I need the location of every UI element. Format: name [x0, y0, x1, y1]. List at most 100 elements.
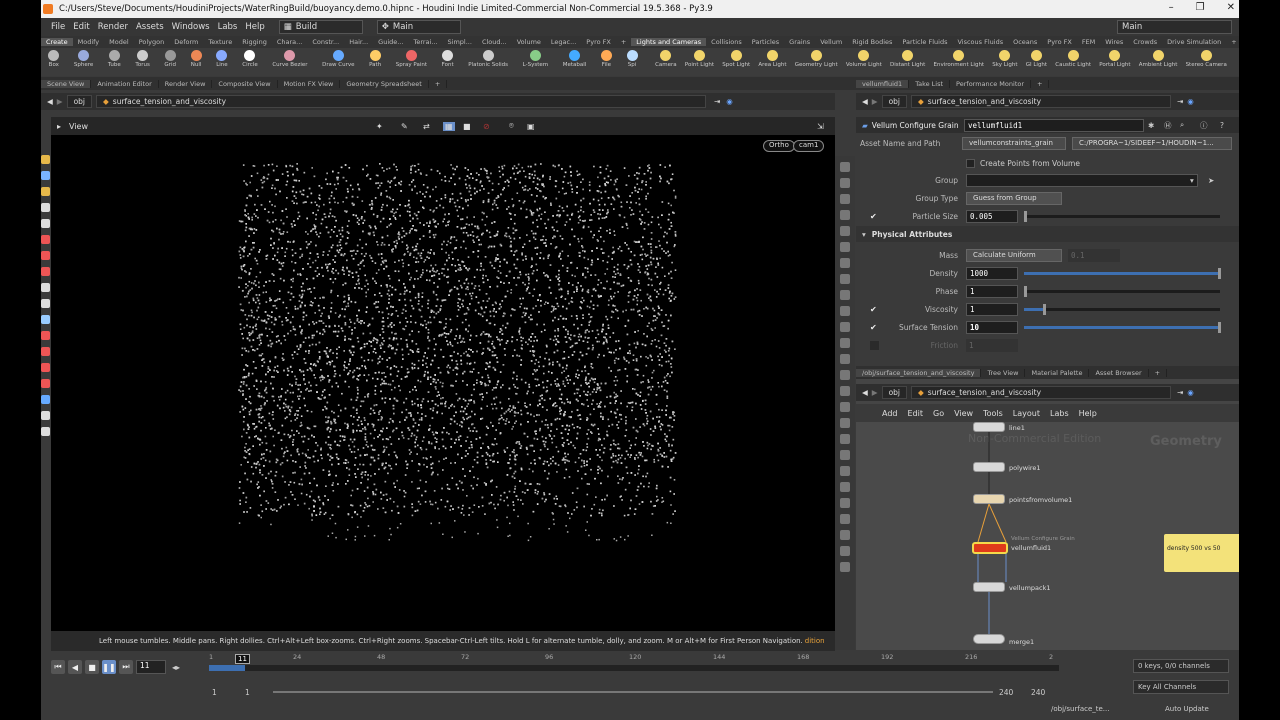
pin-icon[interactable]: ⇥	[1177, 388, 1183, 397]
tool-icon[interactable]	[41, 411, 50, 420]
viewport-menu-icon[interactable]: ▸	[57, 122, 61, 131]
tool-icon[interactable]	[41, 187, 50, 196]
back-arrow-icon[interactable]: ◀	[47, 97, 53, 106]
network-menu-item[interactable]: Tools	[983, 409, 1003, 418]
network-menu-item[interactable]: Labs	[1050, 409, 1069, 418]
shelf-tool[interactable]: Grid	[164, 50, 176, 68]
tool-icon[interactable]	[41, 395, 50, 404]
tool-icon[interactable]	[41, 427, 50, 436]
network-editor[interactable]: /obj/surface_tension_and_viscosity Tree V…	[856, 366, 1239, 650]
display-option-icon[interactable]	[840, 434, 850, 444]
shelf-tab[interactable]: Lights and Cameras	[631, 38, 707, 46]
key-all-menu[interactable]: Key All Channels	[1133, 680, 1229, 694]
node-body[interactable]	[973, 494, 1005, 504]
viscosity-slider[interactable]	[1024, 303, 1220, 315]
menu-labs[interactable]: Labs	[218, 22, 238, 32]
shelf-tab[interactable]: Chara...	[272, 38, 308, 46]
shelf-tool[interactable]: Sphere	[74, 50, 93, 68]
shelf-tool[interactable]: File	[600, 50, 612, 68]
pane-tab[interactable]: +	[1031, 79, 1050, 88]
display-option-icon[interactable]	[840, 274, 850, 284]
link-icon[interactable]: ◉	[1187, 388, 1194, 397]
shelf-tab[interactable]: Deform	[169, 38, 203, 46]
path-node[interactable]: ◆ surface_tension_and_viscosity	[96, 95, 706, 108]
display-option-icon[interactable]	[840, 226, 850, 236]
density-field[interactable]: 1000	[966, 266, 1018, 280]
last-frame-button[interactable]: ⏭	[119, 660, 133, 674]
shelf-tool[interactable]: Distant Light	[890, 50, 925, 68]
menu-windows[interactable]: Windows	[172, 22, 210, 32]
camera-icon[interactable]: ⌾	[509, 121, 514, 131]
forward-arrow-icon[interactable]: ▶	[872, 388, 878, 397]
snap-icon[interactable]: ✦	[376, 122, 383, 131]
display-option-icon[interactable]	[840, 402, 850, 412]
frame-field[interactable]: 11	[136, 660, 166, 674]
current-frame-marker[interactable]: 11	[235, 654, 250, 664]
pane-tab[interactable]: +	[429, 79, 448, 88]
node-body[interactable]	[973, 582, 1005, 592]
shelf-tab[interactable]: Terrai...	[408, 38, 442, 46]
network-canvas[interactable]: Non-Commercial Edition Geometry line1 po…	[856, 422, 1239, 650]
pane-tab[interactable]: Animation Editor	[91, 79, 159, 88]
display-option-icon[interactable]	[840, 194, 850, 204]
shelf-tab[interactable]: Drive Simulation	[1162, 38, 1226, 46]
end-frame[interactable]: 240	[999, 688, 1013, 697]
pane-tab[interactable]: vellumfluid1	[856, 79, 910, 88]
shelf-tab[interactable]: +	[616, 38, 631, 46]
shelf-tool[interactable]: Caustic Light	[1055, 50, 1091, 68]
pane-tab[interactable]: Motion FX View	[278, 79, 341, 88]
pane-tab[interactable]: Performance Monitor	[950, 79, 1032, 88]
network-tab[interactable]: /obj/surface_tension_and_viscosity	[856, 368, 982, 377]
node-body[interactable]	[973, 634, 1005, 644]
slider-handle[interactable]	[1024, 210, 1027, 222]
shelf-tab[interactable]: Legac...	[546, 38, 581, 46]
pane-tab[interactable]: Scene View	[41, 79, 92, 88]
tool-icon[interactable]	[41, 379, 50, 388]
tool-icon[interactable]	[41, 203, 50, 212]
step-icon[interactable]: ◂▸	[172, 663, 180, 672]
desktop-select-build[interactable]: ▦ Build	[278, 20, 363, 34]
pin-icon[interactable]: ⇥	[714, 97, 720, 106]
shelf-tab[interactable]: Pyro FX	[1042, 38, 1077, 46]
slider-handle[interactable]	[1218, 267, 1221, 279]
physical-section-header[interactable]: ▾ Physical Attributes	[856, 226, 1239, 242]
update-mode-menu[interactable]: Auto Update	[1165, 705, 1209, 713]
create-points-checkbox[interactable]	[966, 158, 975, 168]
first-frame-button[interactable]: ⏮	[51, 660, 65, 674]
close-button[interactable]: ✕	[1227, 2, 1235, 13]
shelf-tool[interactable]: Spot Light	[722, 50, 750, 68]
shelf-tab[interactable]: Oceans	[1008, 38, 1042, 46]
start-frame-2[interactable]: 1	[245, 688, 250, 697]
shelf-tool[interactable]: Spray Paint	[396, 50, 427, 68]
network-tab[interactable]: Material Palette	[1025, 368, 1090, 377]
timeline-track[interactable]	[209, 665, 1059, 671]
shelf-tool[interactable]: Portal Light	[1099, 50, 1131, 68]
tool-icon[interactable]	[41, 363, 50, 372]
tool-icon[interactable]	[41, 267, 50, 276]
shelf-tab[interactable]: Create	[41, 38, 73, 46]
shelf-tab[interactable]: Particles	[747, 38, 784, 46]
path-node[interactable]: ◆ surface_tension_and_viscosity	[911, 386, 1171, 399]
shelf-tool[interactable]: Font	[442, 50, 454, 68]
mass-mode-menu[interactable]: Calculate Uniform	[966, 248, 1062, 262]
select-icon[interactable]: ✎	[401, 122, 408, 131]
slider-handle[interactable]	[1024, 285, 1027, 297]
tool-icon[interactable]	[41, 347, 50, 356]
pane-tab[interactable]: Geometry Spreadsheet	[340, 79, 429, 88]
group-field[interactable]	[966, 173, 1198, 187]
shelf-tool[interactable]: Ambient Light	[1139, 50, 1177, 68]
node-body[interactable]	[973, 422, 1005, 432]
particle-size-field[interactable]: 0.005	[966, 209, 1018, 223]
display-option-icon[interactable]	[840, 210, 850, 220]
menu-render[interactable]: Render	[98, 22, 128, 32]
shelf-tab[interactable]: Grains	[784, 38, 815, 46]
back-arrow-icon[interactable]: ◀	[862, 97, 868, 106]
network-menu-item[interactable]: Help	[1079, 409, 1097, 418]
desktop-select-main[interactable]: ✥ Main	[376, 20, 461, 34]
shelf-tool[interactable]: Stereo Camera	[1186, 50, 1227, 68]
tool-icon[interactable]	[41, 251, 50, 260]
display-option-icon[interactable]	[840, 338, 850, 348]
shelf-tab[interactable]: FEM	[1077, 38, 1100, 46]
display-option-icon[interactable]	[840, 386, 850, 396]
sticky-note[interactable]: density 500 vs 50	[1164, 534, 1239, 572]
